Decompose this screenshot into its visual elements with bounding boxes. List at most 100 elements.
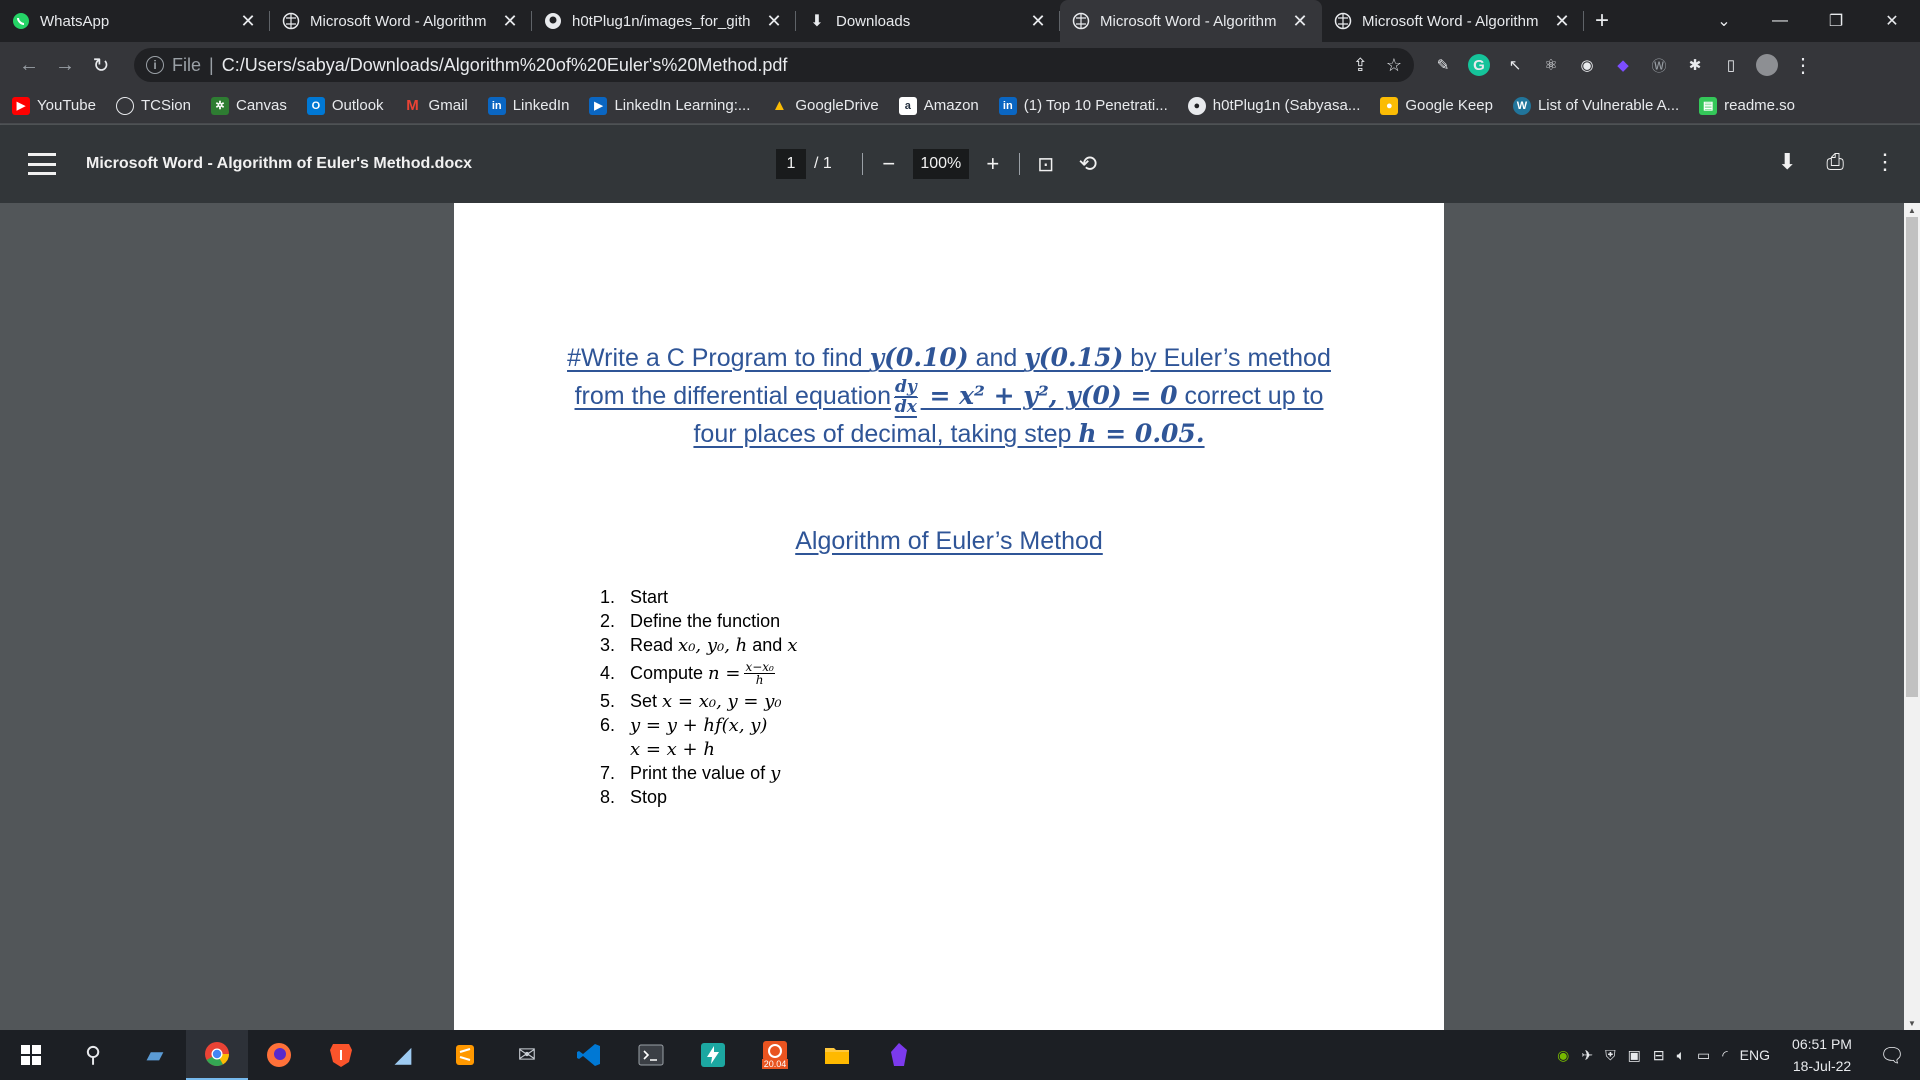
minimize-button[interactable]: — <box>1752 0 1808 42</box>
bookmark-tcsion[interactable]: TCSion <box>115 96 191 115</box>
page-number-input[interactable]: 1 <box>776 149 806 179</box>
restore-button[interactable]: ❐ <box>1808 0 1864 42</box>
wifi-icon[interactable]: ◜ <box>1722 1047 1727 1064</box>
tab-search-icon[interactable]: ⌄ <box>1696 0 1752 42</box>
bookmark-linkedin-learning[interactable]: ▶ LinkedIn Learning:... <box>589 96 751 115</box>
shield-icon[interactable]: ⛨ <box>1605 1047 1616 1064</box>
file-transfer-icon[interactable]: ▰ <box>124 1030 186 1080</box>
bookmark-linkedin[interactable]: in LinkedIn <box>487 96 569 115</box>
scrollbar[interactable]: ▲ ▼ <box>1904 203 1920 1030</box>
bookmark-google-drive[interactable]: ▲ GoogleDrive <box>770 97 879 115</box>
terminal-icon[interactable] <box>620 1030 682 1080</box>
tab-word-active[interactable]: Microsoft Word - Algorithm ✕ <box>1060 0 1322 42</box>
diamond-extension-icon[interactable]: ◆ <box>1612 54 1634 76</box>
grammarly-icon[interactable]: G <box>1468 54 1490 76</box>
cursor-extension-icon[interactable]: ↖ <box>1504 54 1526 76</box>
back-button[interactable]: ← <box>14 50 44 80</box>
steam-icon[interactable]: ✈ <box>1581 1047 1593 1064</box>
camera-icon[interactable]: ▣ <box>1628 1047 1641 1064</box>
bookmark-label: LinkedIn Learning:... <box>614 97 751 114</box>
language-indicator[interactable]: ENG <box>1740 1047 1770 1063</box>
tab-github[interactable]: h0tPlug1n/images_for_gith ✕ <box>532 0 796 42</box>
close-icon[interactable]: ✕ <box>238 11 258 31</box>
bookmark-github-profile[interactable]: ● h0tPlug1n (Sabyasa... <box>1187 96 1360 115</box>
menu-kebab-icon[interactable]: ⋮ <box>1792 54 1814 77</box>
rotate-icon[interactable]: ⟲ <box>1074 151 1102 177</box>
bookmark-youtube[interactable]: ▶ YouTube <box>12 96 96 115</box>
bookmark-canvas[interactable]: ✲ Canvas <box>210 96 287 115</box>
close-icon[interactable]: ✕ <box>1552 11 1572 31</box>
address-bar[interactable]: i File | C:/Users/sabya/Downloads/Algori… <box>134 48 1414 82</box>
more-options-icon[interactable]: ⋮ <box>1874 149 1896 175</box>
chrome-icon[interactable] <box>186 1030 248 1080</box>
print-icon[interactable]: ⎙ <box>1826 149 1844 175</box>
close-icon[interactable]: ✕ <box>1028 11 1048 31</box>
file-explorer-icon[interactable] <box>806 1030 868 1080</box>
canvas-icon: ✲ <box>210 96 229 115</box>
start-button[interactable] <box>0 1030 62 1080</box>
notes-app-icon[interactable]: ◢ <box>372 1030 434 1080</box>
close-icon[interactable]: ✕ <box>764 11 784 31</box>
tab-downloads[interactable]: ⬇ Downloads ✕ <box>796 0 1060 42</box>
math-y015: y(0.15) <box>1024 343 1124 372</box>
menu-icon[interactable] <box>28 153 56 175</box>
bookmark-google-keep[interactable]: ● Google Keep <box>1380 96 1493 115</box>
new-tab-button[interactable]: + <box>1584 0 1620 42</box>
side-panel-icon[interactable]: ▯ <box>1720 54 1742 76</box>
tab-whatsapp[interactable]: WhatsApp ✕ <box>0 0 270 42</box>
scrollbar-thumb[interactable] <box>1906 217 1918 697</box>
clock-time: 06:51 PM <box>1792 1036 1852 1052</box>
zoom-out-button[interactable]: − <box>875 151 903 177</box>
forward-button[interactable]: → <box>50 50 80 80</box>
nvidia-icon[interactable]: ◉ <box>1557 1047 1569 1064</box>
volume-icon[interactable]: 🔈︎ <box>1677 1047 1685 1064</box>
pen-extension-icon[interactable]: ✎ <box>1432 54 1454 76</box>
bookmark-top10[interactable]: in (1) Top 10 Penetrati... <box>998 96 1168 115</box>
close-window-button[interactable]: ✕ <box>1864 0 1920 42</box>
zoom-in-button[interactable]: + <box>979 151 1007 177</box>
puzzle-extensions-icon[interactable]: ✱ <box>1684 54 1706 76</box>
tab-word-3[interactable]: Microsoft Word - Algorithm ✕ <box>1322 0 1584 42</box>
close-icon[interactable]: ✕ <box>500 11 520 31</box>
tab-word-1[interactable]: Microsoft Word - Algorithm ✕ <box>270 0 532 42</box>
bookmark-readme[interactable]: ▤ readme.so <box>1699 96 1795 115</box>
close-icon[interactable]: ✕ <box>1290 11 1310 31</box>
vscode-icon[interactable] <box>558 1030 620 1080</box>
info-icon[interactable]: i <box>146 56 164 74</box>
firefox-icon[interactable] <box>248 1030 310 1080</box>
battery-icon[interactable]: ▭ <box>1697 1047 1710 1064</box>
network-wired-icon[interactable]: ⊟ <box>1653 1047 1665 1064</box>
reload-button[interactable]: ↻ <box>86 50 116 80</box>
ubuntu-icon[interactable]: 20.04 <box>744 1030 806 1080</box>
search-icon[interactable]: ⚲ <box>62 1030 124 1080</box>
brave-icon[interactable] <box>310 1030 372 1080</box>
scroll-down-icon[interactable]: ▼ <box>1904 1016 1920 1030</box>
notification-icon[interactable]: 🗨︎ <box>1874 1037 1910 1073</box>
obsidian-icon[interactable] <box>868 1030 930 1080</box>
sublime-text-icon[interactable] <box>434 1030 496 1080</box>
zoom-input[interactable]: 100% <box>912 149 969 179</box>
frac-denominator: dx <box>894 397 917 417</box>
share-icon[interactable]: ⇪ <box>1353 55 1368 76</box>
bookmark-amazon[interactable]: a Amazon <box>898 96 979 115</box>
pdf-page: #Write a C Program to find y(0.10) and y… <box>454 203 1444 1030</box>
avatar[interactable] <box>1756 54 1778 76</box>
mail-app-icon[interactable]: ✉ <box>496 1030 558 1080</box>
react-devtools-icon[interactable]: ⚛ <box>1540 54 1562 76</box>
bookmark-gmail[interactable]: M Gmail <box>404 97 467 115</box>
bookmark-star-icon[interactable]: ☆ <box>1386 55 1402 76</box>
fit-page-icon[interactable]: ⊡ <box>1032 152 1060 177</box>
clock[interactable]: 06:51 PM 18-Jul-22 <box>1782 1033 1862 1077</box>
step-math: y = y + hf(x, y) <box>630 714 768 736</box>
chatgpt-extension-icon[interactable]: ◉ <box>1576 54 1598 76</box>
scroll-up-icon[interactable]: ▲ <box>1904 203 1920 217</box>
step-text: Define the function <box>630 610 781 631</box>
bookmark-outlook[interactable]: O Outlook <box>306 96 384 115</box>
download-icon[interactable]: ⬇ <box>1778 149 1796 175</box>
pdf-actions: ⬇ ⎙ ⋮ <box>1778 149 1896 175</box>
bookmark-vulnerable[interactable]: W List of Vulnerable A... <box>1512 96 1679 115</box>
list-item: 2. Define the function <box>600 609 797 633</box>
wordpress-extension-icon[interactable]: Ⓦ <box>1648 54 1670 76</box>
pdf-viewer[interactable]: #Write a C Program to find y(0.10) and y… <box>0 203 1920 1030</box>
bolt-app-icon[interactable] <box>682 1030 744 1080</box>
